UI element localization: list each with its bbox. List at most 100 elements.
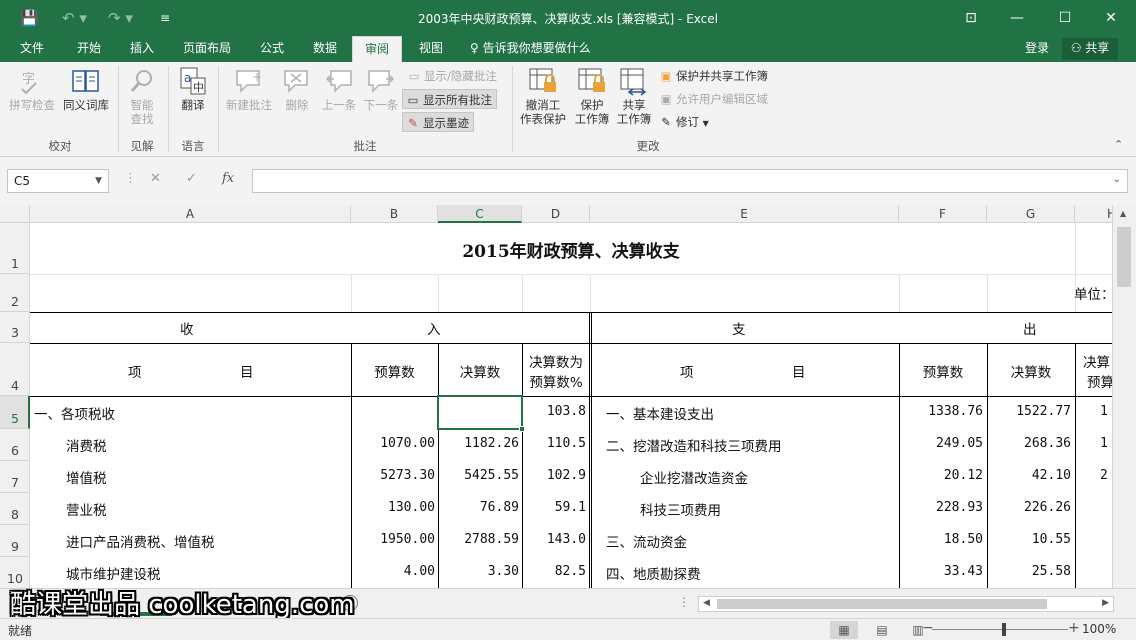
tab-formulas[interactable]: 公式 <box>250 36 294 62</box>
worksheet-grid[interactable]: A B C D E F G H 1 2 3 4 5 6 7 8 9 10 201… <box>0 205 1136 588</box>
income-budget[interactable]: 130.00 <box>351 500 435 515</box>
row-header-7[interactable]: 7 <box>0 461 30 493</box>
expense-item[interactable]: 二、挖潜改造和科技三项费用 <box>606 435 782 455</box>
income-ratio[interactable]: 102.9 <box>522 468 586 483</box>
expense-item[interactable]: 企业挖潜改造资金 <box>640 467 748 487</box>
active-cell-c5[interactable] <box>437 395 523 430</box>
income-ratio[interactable]: 143.0 <box>522 532 586 547</box>
income-item[interactable]: 进口产品消费税、增值税 <box>66 531 215 551</box>
tab-home[interactable]: 开始 <box>64 36 114 62</box>
expense-actual[interactable]: 1522.77 <box>987 404 1071 419</box>
expense-budget[interactable]: 249.05 <box>899 436 983 451</box>
expense-actual[interactable]: 10.55 <box>987 532 1071 547</box>
expense-ratio[interactable]: 2 <box>1100 468 1108 483</box>
income-actual[interactable]: 5425.55 <box>438 468 519 483</box>
income-item[interactable]: 营业税 <box>66 499 107 519</box>
collapse-ribbon-icon[interactable]: ⌃ <box>1114 138 1123 151</box>
tab-file[interactable]: 文件 <box>8 36 56 62</box>
tab-data[interactable]: 数据 <box>302 36 348 62</box>
tell-me-search[interactable]: ♀ 告诉我你想要做什么 <box>470 36 591 60</box>
income-ratio[interactable]: 110.5 <box>522 436 586 451</box>
zoom-in-button[interactable]: + <box>1068 620 1080 636</box>
track-changes-button[interactable]: ✎ 修订 ▼ <box>656 112 713 132</box>
share-workbook-button[interactable]: 共享 工作簿 <box>614 66 654 126</box>
expense-budget[interactable]: 1338.76 <box>899 404 983 419</box>
expense-actual[interactable]: 226.26 <box>987 500 1071 515</box>
next-comment-button[interactable]: 下一条 <box>360 66 402 112</box>
expense-budget[interactable]: 33.43 <box>899 564 983 579</box>
thesaurus-button[interactable]: 同义词库 <box>60 66 112 112</box>
income-actual[interactable]: 76.89 <box>438 500 519 515</box>
show-ink-button[interactable]: ✎ 显示墨迹 <box>402 112 474 132</box>
scroll-left-icon[interactable]: ◀ <box>703 598 710 608</box>
spelling-button[interactable]: 字 拼写检查 <box>4 66 60 112</box>
income-item[interactable]: 城市维护建设税 <box>66 563 161 583</box>
show-hide-comment-button[interactable]: ▭ 显示/隐藏批注 <box>404 66 501 86</box>
expense-ratio[interactable]: 1 <box>1100 404 1108 419</box>
previous-comment-button[interactable]: 上一条 <box>318 66 360 112</box>
column-header-d[interactable]: D <box>522 205 590 223</box>
expense-item[interactable]: 科技三项费用 <box>640 499 721 519</box>
zoom-slider-track[interactable] <box>932 629 1068 630</box>
unprotect-sheet-button[interactable]: 撤消工 作表保护 <box>516 66 570 126</box>
income-ratio[interactable]: 103.8 <box>522 404 586 419</box>
row-header-5[interactable]: 5 <box>0 396 30 429</box>
enter-icon[interactable]: ✓ <box>186 171 197 186</box>
translate-button[interactable]: a中 翻译 <box>172 66 214 112</box>
column-header-a[interactable]: A <box>30 205 351 223</box>
row-header-4[interactable]: 4 <box>0 343 30 396</box>
income-item[interactable]: 消费税 <box>66 435 107 455</box>
row-header-8[interactable]: 8 <box>0 493 30 525</box>
formula-input[interactable]: ⌄ <box>252 169 1128 193</box>
column-header-g[interactable]: G <box>987 205 1075 223</box>
expense-item[interactable]: 四、地质勘探费 <box>606 563 701 583</box>
fill-handle[interactable] <box>519 426 525 432</box>
income-actual[interactable]: 2788.59 <box>438 532 519 547</box>
vertical-scroll-thumb[interactable] <box>1117 227 1131 287</box>
expense-budget[interactable]: 228.93 <box>899 500 983 515</box>
expense-actual[interactable]: 42.10 <box>987 468 1071 483</box>
row-header-9[interactable]: 9 <box>0 525 30 557</box>
income-actual[interactable]: 3.30 <box>438 564 519 579</box>
select-all-corner[interactable] <box>0 205 30 223</box>
tab-review[interactable]: 审阅 <box>352 36 402 62</box>
income-budget[interactable]: 1070.00 <box>351 436 435 451</box>
income-budget[interactable]: 5273.30 <box>351 468 435 483</box>
new-comment-button[interactable]: + 新建批注 <box>222 66 276 112</box>
column-header-e[interactable]: E <box>590 205 899 223</box>
horizontal-scroll-thumb[interactable] <box>717 599 1047 609</box>
row-header-6[interactable]: 6 <box>0 429 30 461</box>
expense-ratio[interactable]: 1 <box>1100 436 1108 451</box>
column-header-c[interactable]: C <box>438 205 522 223</box>
income-budget[interactable]: 4.00 <box>351 564 435 579</box>
column-header-b[interactable]: B <box>351 205 438 223</box>
income-actual[interactable]: 1182.26 <box>438 436 519 451</box>
income-item[interactable]: 增值税 <box>66 467 107 487</box>
row-header-3[interactable]: 3 <box>0 312 30 343</box>
close-button[interactable]: ✕ <box>1096 6 1126 30</box>
protect-workbook-button[interactable]: 保护 工作簿 <box>572 66 612 126</box>
normal-view-icon[interactable]: ▦ <box>830 621 858 639</box>
zoom-level[interactable]: 100% <box>1082 622 1116 636</box>
tab-page-layout[interactable]: 页面布局 <box>172 36 242 62</box>
vertical-scrollbar[interactable]: ▲ <box>1112 205 1136 588</box>
income-item[interactable]: 一、各项税收 <box>34 403 115 423</box>
expense-actual[interactable]: 25.58 <box>987 564 1071 579</box>
column-header-f[interactable]: F <box>899 205 987 223</box>
minimize-button[interactable]: — <box>1002 6 1032 30</box>
protect-share-workbook-button[interactable]: ▣ 保护并共享工作簿 <box>656 66 772 86</box>
page-layout-view-icon[interactable]: ▤ <box>868 621 896 639</box>
allow-edit-ranges-button[interactable]: ▣ 允许用户编辑区域 <box>656 89 772 109</box>
share-button[interactable]: ⚇ 共享 <box>1062 38 1118 60</box>
cancel-icon[interactable]: ✕ <box>150 171 161 186</box>
income-ratio[interactable]: 59.1 <box>522 500 586 515</box>
name-box[interactable]: C5 ▼ <box>7 169 109 193</box>
scroll-up-icon[interactable]: ▲ <box>1120 209 1126 218</box>
expense-budget[interactable]: 18.50 <box>899 532 983 547</box>
show-all-comments-button[interactable]: ▭ 显示所有批注 <box>402 89 497 109</box>
sign-in-link[interactable]: 登录 <box>1025 36 1049 60</box>
ribbon-display-options-icon[interactable]: ⊡ <box>956 6 986 30</box>
income-budget[interactable]: 1950.00 <box>351 532 435 547</box>
scroll-right-icon[interactable]: ▶ <box>1102 598 1109 608</box>
expand-formula-bar-icon[interactable]: ⌄ <box>1113 174 1121 185</box>
